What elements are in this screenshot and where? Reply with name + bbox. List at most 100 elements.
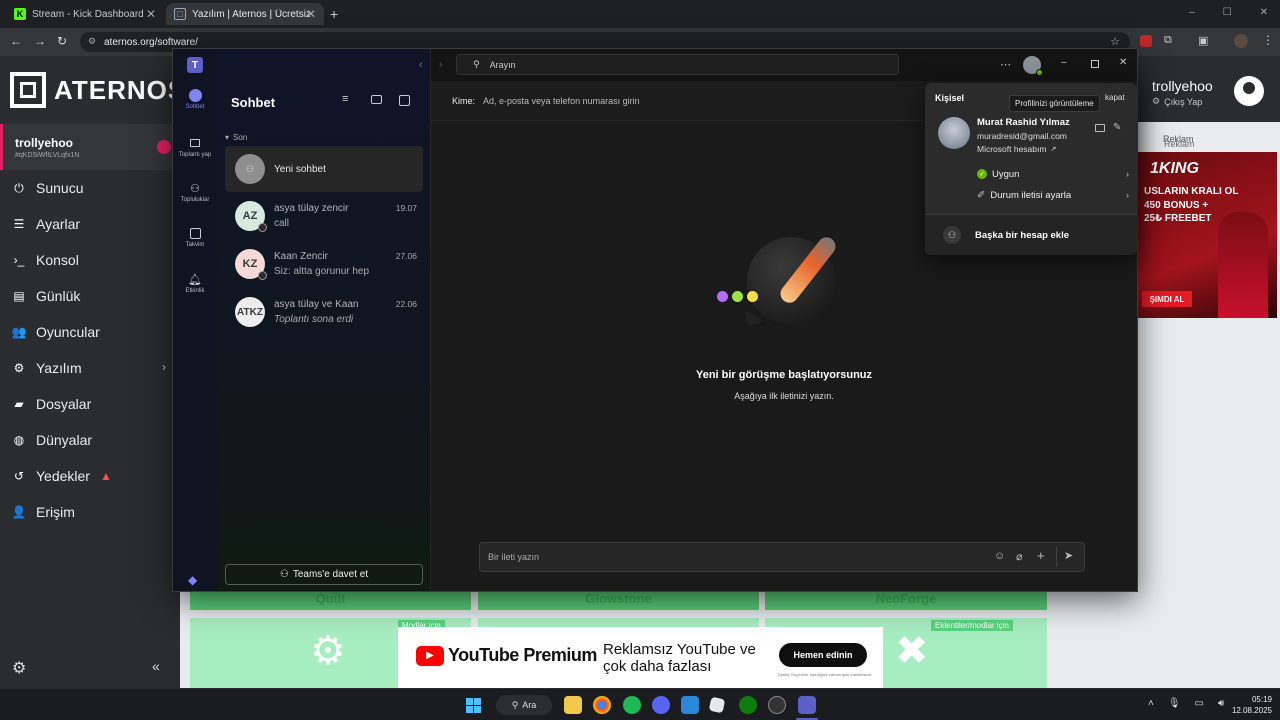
nav-sunucu[interactable]: ⏻ Sunucu <box>12 175 83 201</box>
account-label: Microsoft hesabım <box>977 144 1047 154</box>
attach-icon[interactable]: ⌀ <box>1016 550 1023 563</box>
profile-avatar-icon[interactable] <box>1234 34 1248 48</box>
send-icon[interactable]: ➤ <box>1064 549 1073 562</box>
clock[interactable]: 05:19 12.08.2025 <box>1222 694 1272 716</box>
xbox-icon[interactable] <box>739 696 757 714</box>
filter-icon[interactable]: ≡ <box>342 93 360 109</box>
calculator-icon[interactable] <box>681 696 699 714</box>
close-tab-icon[interactable]: ✕ <box>146 7 156 21</box>
premium-diamond-icon[interactable]: ◆ <box>188 573 197 587</box>
rail-meet[interactable]: Toplantı yap <box>173 136 217 158</box>
puzzle-icon[interactable]: ⧉ <box>1164 34 1172 47</box>
nav-gunluk[interactable]: ▤ Günlük <box>12 283 80 309</box>
file-explorer-icon[interactable] <box>564 696 582 714</box>
microsoft-account-link[interactable]: Microsoft hesabım ↗ <box>977 144 1056 154</box>
logout-link[interactable]: ⚙ Çıkış Yap <box>1152 96 1202 107</box>
discord-icon[interactable] <box>652 696 670 714</box>
rail-chat[interactable]: Sohbet <box>173 89 217 110</box>
bottom-advertisement[interactable]: ▶ YouTube Premium Reklamsız YouTube ve ç… <box>398 627 883 688</box>
microphone-icon[interactable]: 🎙︎ <box>1168 698 1181 709</box>
teams-search-input[interactable]: ⚲ Arayın <box>456 54 899 75</box>
windows-start-icon[interactable] <box>464 696 482 714</box>
rail-activity[interactable]: 🔔︎ Etkinlik <box>173 272 217 295</box>
nav-erisim[interactable]: 👤 Erişim <box>12 499 75 525</box>
meet-now-icon[interactable] <box>371 95 382 104</box>
user-avatar-icon[interactable] <box>1234 76 1264 106</box>
teams-close-button[interactable]: ✕ <box>1119 57 1127 68</box>
side-advertisement[interactable]: 1KING USLARIN KRALI OL 450 BONUS + 25₺ F… <box>1138 152 1277 318</box>
ad-cta-button[interactable]: ŞIMDI AL <box>1142 291 1192 307</box>
teams-maximize-button[interactable] <box>1091 60 1099 68</box>
nav-dosyalar[interactable]: ▰ Dosyalar <box>12 391 91 417</box>
menu-icon[interactable]: ⋮ <box>1262 33 1274 47</box>
bookmark-star-icon[interactable]: ☆ <box>1110 35 1120 48</box>
site-info-icon[interactable]: ⚙ <box>88 36 96 47</box>
rail-communities[interactable]: ⚇ Topluluklar <box>173 181 217 204</box>
ad-brand: 1KING <box>1150 160 1199 177</box>
teams-taskbar-icon[interactable] <box>798 696 816 714</box>
collapse-sidebar-icon[interactable]: « <box>152 658 160 674</box>
rail-calendar[interactable]: Takvim <box>173 226 217 248</box>
invite-button[interactable]: ⚇ Teams'e davet et <box>225 564 423 585</box>
rail-label: Sohbet <box>185 104 205 110</box>
new-tab-button[interactable]: + <box>330 6 338 22</box>
url-text: aternos.org/software/ <box>104 36 198 48</box>
nav-yazilim[interactable]: ⚙ Yazılım <box>12 355 82 381</box>
back-nav-icon[interactable]: ‹ <box>419 59 423 71</box>
chrome-icon[interactable] <box>593 696 611 714</box>
chat-item-atkz[interactable]: ATKZ asya tülay ve Kaan Toplantı sona er… <box>225 289 423 335</box>
youtube-play-icon: ▶ <box>416 645 444 666</box>
chat-item-new[interactable]: ⚇ Yeni sohbet <box>225 146 423 192</box>
network-icon[interactable]: ▭ <box>1195 698 1204 709</box>
close-link[interactable]: kapat <box>1105 93 1125 102</box>
chat-item-az[interactable]: AZ asya tülay zencir call 19.07 <box>225 193 423 239</box>
close-window-button[interactable]: ✕ <box>1260 7 1268 18</box>
nav-dunyalar[interactable]: ◍ Dünyalar <box>12 427 92 453</box>
to-placeholder: Ad, e-posta veya telefon numarası girin <box>483 95 640 106</box>
aternos-logo[interactable]: ATERNOS <box>10 72 186 108</box>
taskbar-search[interactable]: ⚲ Ara <box>496 695 552 715</box>
more-options-icon[interactable]: ⋯ <box>1000 58 1011 71</box>
settings-gear-icon[interactable]: ⚙ <box>12 658 26 678</box>
forward-icon[interactable]: → <box>34 34 46 48</box>
profile-avatar-button[interactable] <box>1023 56 1043 76</box>
extension-icon[interactable] <box>1140 35 1152 47</box>
message-input[interactable]: Bir ileti yazın ☺ ⌀ + ➤ <box>479 542 1085 572</box>
contact-card-icon[interactable] <box>1095 124 1105 132</box>
section-header[interactable]: ▾ Son <box>225 133 247 142</box>
server-user-card[interactable]: trollyehoo #qKDSiWfILVLqfx1N <box>0 124 180 170</box>
add-account-button[interactable]: ⚇ Başka bir hesap ekle <box>925 215 1137 255</box>
ad-cta-button[interactable]: Hemen edinin <box>779 643 867 667</box>
maximize-button[interactable]: ☐ <box>1223 7 1232 18</box>
tile-glowstone[interactable]: Glowstone <box>478 590 759 610</box>
chevron-right-icon: › <box>1125 189 1129 201</box>
tile-neoforge[interactable]: NeoForge <box>765 590 1047 610</box>
tray-chevron-icon[interactable]: ˄ <box>1148 698 1154 709</box>
reload-icon[interactable]: ↻ <box>57 34 67 48</box>
status-selector[interactable]: ✓ Uygun › <box>977 166 1129 182</box>
nav-konsol[interactable]: ›_ Konsol <box>12 247 79 273</box>
nav-ayarlar[interactable]: ☰ Ayarlar <box>12 211 80 237</box>
spotify-icon[interactable] <box>623 696 641 714</box>
nav-oyuncular[interactable]: 👥 Oyuncular <box>12 319 100 345</box>
forward-nav-icon[interactable]: › <box>439 59 443 71</box>
sidepanel-icon[interactable]: ▣ <box>1198 34 1208 47</box>
new-chat-icon[interactable] <box>399 95 410 106</box>
plus-icon[interactable]: + <box>1037 548 1045 563</box>
app-icon[interactable] <box>768 696 786 714</box>
profile-photo[interactable] <box>938 117 970 149</box>
teams-minimize-button[interactable]: – <box>1061 57 1067 68</box>
back-icon[interactable]: ← <box>10 34 22 48</box>
minimize-button[interactable]: – <box>1189 7 1195 18</box>
tab-kick[interactable]: K Stream - Kick Dashboard ✕ <box>6 3 164 25</box>
roblox-icon[interactable] <box>708 696 726 714</box>
tab-aternos[interactable]: □ Yazılım | Aternos | Ücretsiz Mine ✕ <box>166 3 324 25</box>
nav-yedekler[interactable]: ↺ Yedekler ▲ <box>12 463 112 489</box>
close-tab-icon[interactable]: ✕ <box>306 7 316 21</box>
status-message-button[interactable]: ✐ Durum iletisi ayarla › <box>977 187 1129 203</box>
to-label: Kime: <box>452 95 476 106</box>
tile-quilt[interactable]: Quilt <box>190 590 471 610</box>
emoji-icon[interactable]: ☺ <box>994 550 1005 562</box>
chat-item-kz[interactable]: KZ Kaan Zencir Siz: altta gorunur hep 27… <box>225 241 423 287</box>
edit-pencil-icon[interactable]: ✎ <box>1113 122 1121 133</box>
